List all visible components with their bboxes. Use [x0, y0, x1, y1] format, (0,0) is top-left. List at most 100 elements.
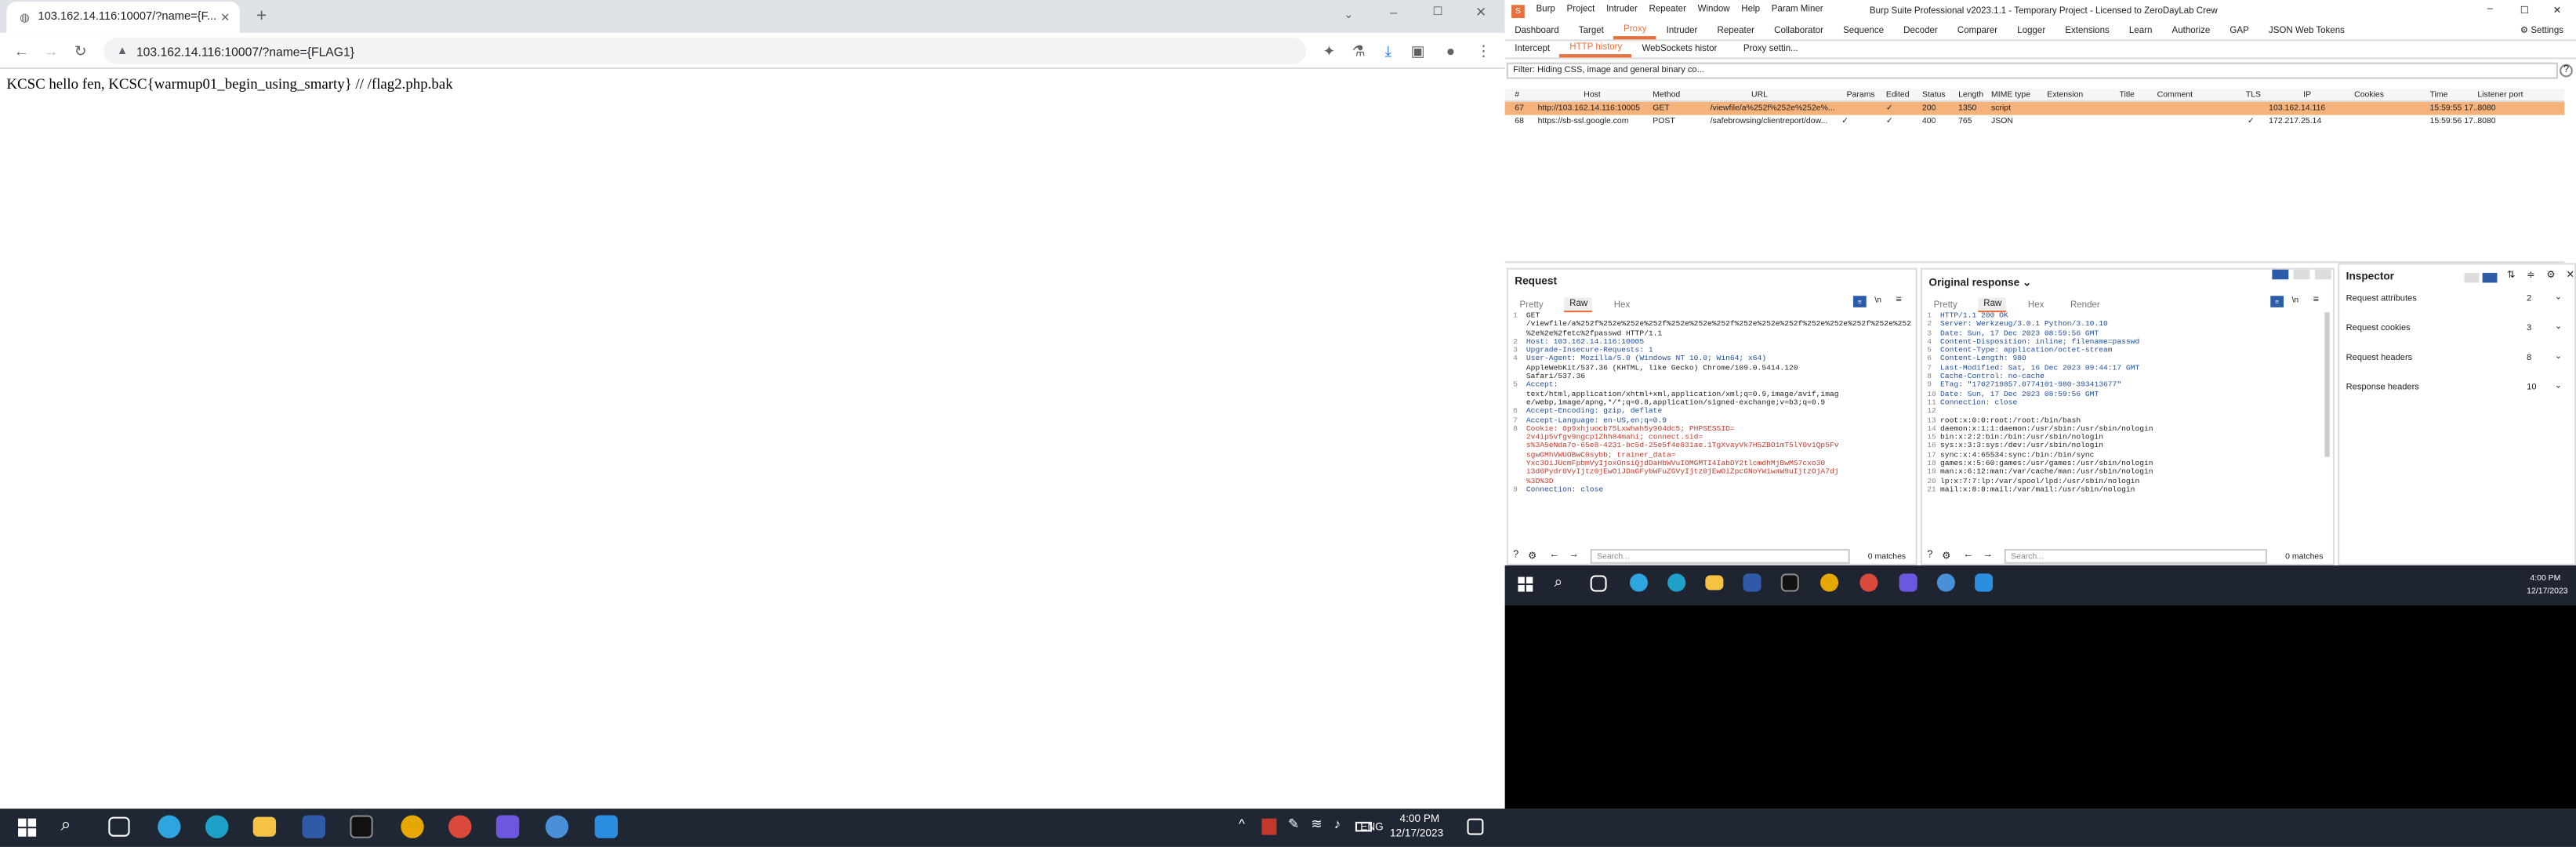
chrome-icon[interactable]: [1859, 573, 1878, 592]
wifi-icon[interactable]: ≋: [1311, 817, 1322, 832]
tab-gap[interactable]: GAP: [2220, 23, 2259, 39]
tab-pretty[interactable]: Pretty: [1928, 298, 1962, 311]
vscode-icon[interactable]: [594, 815, 618, 838]
chevron-down-icon[interactable]: ⌄: [2555, 351, 2562, 362]
next-icon[interactable]: →: [1569, 551, 1579, 561]
task-view-icon[interactable]: [1590, 575, 1607, 592]
chromium-icon[interactable]: [545, 815, 569, 838]
tab-sequence[interactable]: Sequence: [1834, 23, 1894, 39]
chevron-down-icon[interactable]: ⌄: [2555, 293, 2562, 303]
pen-icon[interactable]: ✎: [1288, 817, 1299, 832]
prev-icon[interactable]: ←: [1549, 551, 1559, 561]
minimize-icon[interactable]: –: [2487, 5, 2493, 15]
volume-icon[interactable]: ♪: [1334, 817, 1341, 832]
layout-icon[interactable]: [2293, 269, 2310, 280]
column-header[interactable]: Edited: [1886, 89, 1910, 102]
menu-item-intruder[interactable]: Intruder: [1606, 5, 1638, 15]
search-icon[interactable]: ⌕: [61, 815, 71, 836]
terminal-icon[interactable]: [1780, 573, 1799, 592]
menu-item-param-miner[interactable]: Param Miner: [1772, 5, 1823, 15]
chrome-icon[interactable]: [401, 815, 424, 838]
profile-icon[interactable]: ●: [1439, 38, 1462, 64]
tab-hex[interactable]: Hex: [1609, 298, 1635, 311]
settings-button[interactable]: ⚙ Settings: [2520, 27, 2563, 37]
minimize-icon[interactable]: –: [1390, 5, 1397, 20]
sidebar-icon[interactable]: ▣: [1406, 38, 1429, 64]
column-header[interactable]: Cookies: [2354, 89, 2384, 102]
tab-hex[interactable]: Hex: [2023, 298, 2049, 311]
layout-icon[interactable]: [2464, 272, 2480, 283]
column-header[interactable]: Status: [1922, 89, 1946, 102]
inspector-section[interactable]: Request cookies 3 ⌄: [2339, 322, 2576, 354]
close-window-icon[interactable]: ✕: [1475, 5, 1486, 20]
help-icon[interactable]: ?: [1513, 551, 1518, 561]
chromium-icon[interactable]: [1936, 573, 1955, 592]
inspector-section[interactable]: Response headers 10 ⌄: [2339, 381, 2576, 413]
burp-icon[interactable]: [1899, 573, 1917, 592]
tab-target[interactable]: Target: [1569, 23, 1613, 39]
layout-icon[interactable]: [2272, 269, 2289, 280]
help-icon[interactable]: ?: [2560, 64, 2573, 78]
terminal-icon[interactable]: [350, 815, 373, 838]
back-icon[interactable]: ←: [10, 38, 33, 64]
settings-icon[interactable]: ⚙: [1942, 551, 1950, 562]
maximize-icon[interactable]: ☐: [2520, 5, 2529, 16]
tab-raw[interactable]: Raw: [1979, 297, 2007, 313]
newline-toggle-icon[interactable]: \n: [2292, 296, 2299, 306]
tab-logger[interactable]: Logger: [2008, 23, 2055, 39]
tab-json-web-tokens[interactable]: JSON Web Tokens: [2259, 23, 2354, 39]
new-tab-icon[interactable]: +: [256, 6, 267, 26]
newline-toggle-icon[interactable]: \n: [1874, 296, 1881, 306]
column-header[interactable]: Comment: [2157, 89, 2193, 102]
tab-extensions[interactable]: Extensions: [2055, 23, 2120, 39]
chrome-icon[interactable]: [448, 815, 472, 838]
clock-date[interactable]: 12/17/2023: [1390, 828, 1443, 840]
request-editor[interactable]: 1 GET/viewfile/a%252f%252e%252e%252f%252e…: [1513, 312, 1910, 542]
tab-render[interactable]: Render: [2066, 298, 2105, 311]
download-icon[interactable]: ⤓: [1377, 38, 1399, 64]
response-editor[interactable]: 1 HTTP/1.1 200 OK 2 Server: Werkzeug/3.0.1 …: [1927, 312, 2321, 542]
subtab-http-history[interactable]: HTTP history: [1559, 41, 1632, 58]
column-header[interactable]: Method: [1653, 89, 1680, 102]
close-window-icon[interactable]: ✕: [2553, 5, 2562, 16]
burp-icon[interactable]: [495, 815, 520, 838]
column-header[interactable]: URL: [1751, 89, 1768, 102]
tab-collaborator[interactable]: Collaborator: [1765, 23, 1834, 39]
settings-icon[interactable]: ⚙: [1528, 551, 1537, 562]
response-search-input[interactable]: Search...: [2004, 548, 2268, 564]
search-icon[interactable]: ⌕: [1555, 573, 1563, 591]
subtab-intercept[interactable]: Intercept: [1505, 41, 1560, 57]
tab-intruder[interactable]: Intruder: [1656, 23, 1707, 39]
edge-icon[interactable]: [205, 815, 229, 838]
menu-item-project[interactable]: Project: [1567, 5, 1595, 15]
column-header[interactable]: IP: [2303, 89, 2311, 102]
options-icon[interactable]: ≡: [2313, 296, 2319, 306]
tab-learn[interactable]: Learn: [2119, 23, 2162, 39]
powershell-icon[interactable]: [302, 815, 325, 838]
column-header[interactable]: MIME type: [1991, 89, 2030, 102]
inspector-section[interactable]: Request headers 8 ⌄: [2339, 351, 2576, 384]
inspector-section[interactable]: Request attributes 2 ⌄: [2339, 293, 2576, 324]
telegram-icon[interactable]: [1629, 573, 1648, 592]
help-icon[interactable]: ?: [1927, 551, 1932, 561]
wrap-toggle-icon[interactable]: ≡: [2270, 296, 2284, 307]
column-header[interactable]: Length: [1958, 89, 1983, 102]
clock-time[interactable]: 4:00 PM: [2530, 573, 2560, 583]
chrome-icon[interactable]: [1820, 573, 1839, 592]
language-indicator[interactable]: ENG: [1360, 822, 1384, 834]
column-header[interactable]: Listener port: [2477, 89, 2523, 102]
options-icon[interactable]: ≡: [1896, 296, 1901, 306]
column-header[interactable]: #: [1515, 89, 1519, 102]
column-header[interactable]: Extension: [2047, 89, 2083, 102]
column-header[interactable]: Host: [1584, 89, 1601, 102]
maximize-icon[interactable]: ☐: [1432, 5, 1442, 18]
tab-repeater[interactable]: Repeater: [1707, 23, 1765, 39]
column-header[interactable]: Title: [2119, 89, 2134, 102]
layout-icon[interactable]: [2314, 269, 2331, 280]
chevron-down-icon[interactable]: ⌄: [2555, 381, 2562, 391]
chevron-down-icon[interactable]: ⌄: [2555, 322, 2562, 333]
extension-icon[interactable]: ✦: [1318, 38, 1341, 64]
tab-decoder[interactable]: Decoder: [1894, 23, 1948, 39]
reload-icon[interactable]: ↻: [69, 38, 92, 64]
request-search-input[interactable]: Search...: [1590, 548, 1850, 564]
